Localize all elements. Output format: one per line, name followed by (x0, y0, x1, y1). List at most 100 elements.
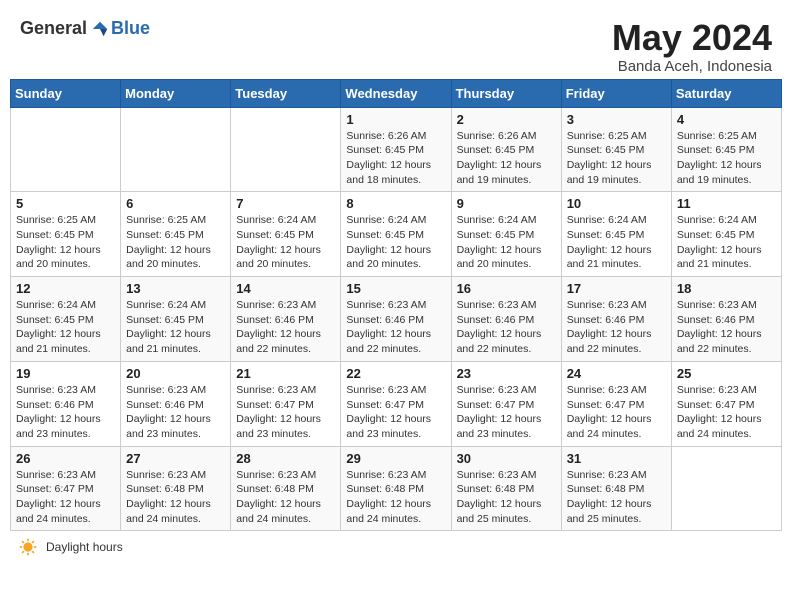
day-info: Sunrise: 6:23 AMSunset: 6:48 PMDaylight:… (567, 468, 666, 527)
day-number: 7 (236, 196, 335, 211)
calendar-cell: 16 Sunrise: 6:23 AMSunset: 6:46 PMDayligh… (451, 277, 561, 362)
logo-blue: Blue (111, 18, 150, 39)
calendar-cell: 5 Sunrise: 6:25 AMSunset: 6:45 PMDaylight… (11, 192, 121, 277)
day-number: 15 (346, 281, 445, 296)
calendar-week-row: 26Sunrise: 6:23 AMSunset: 6:47 PMDayligh… (11, 446, 782, 531)
calendar-cell: 23 Sunrise: 6:23 AMSunset: 6:47 PMDayligh… (451, 361, 561, 446)
day-info: Sunrise: 6:23 AMSunset: 6:47 PMDaylight:… (567, 383, 666, 442)
day-info: Sunrise: 6:24 AMSunset: 6:45 PMDaylight:… (567, 213, 666, 272)
calendar-header-row: SundayMondayTuesdayWednesdayThursdayFrid… (11, 79, 782, 107)
day-info: Sunrise: 6:24 AMSunset: 6:45 PMDaylight:… (126, 298, 225, 357)
title-area: May 2024 Banda Aceh, Indonesia (612, 18, 772, 75)
day-number: 1 (346, 112, 445, 127)
calendar-cell: 1Sunrise: 6:26 AMSunset: 6:45 PMDaylight… (341, 107, 451, 192)
calendar-cell: 7Sunrise: 6:24 AMSunset: 6:45 PMDaylight… (231, 192, 341, 277)
day-number: 9 (457, 196, 556, 211)
logo-icon (91, 20, 109, 38)
calendar-cell: 20Sunrise: 6:23 AMSunset: 6:46 PMDayligh… (121, 361, 231, 446)
calendar-cell (231, 107, 341, 192)
day-info: Sunrise: 6:24 AMSunset: 6:45 PMDaylight:… (677, 213, 776, 272)
calendar-cell: 21Sunrise: 6:23 AMSunset: 6:47 PMDayligh… (231, 361, 341, 446)
calendar-cell: 11 Sunrise: 6:24 AMSunset: 6:45 PMDayligh… (671, 192, 781, 277)
month-title: May 2024 (612, 18, 772, 58)
calendar-cell: 31 Sunrise: 6:23 AMSunset: 6:48 PMDayligh… (561, 446, 671, 531)
day-info: Sunrise: 6:23 AMSunset: 6:48 PMDaylight:… (457, 468, 556, 527)
calendar-table: SundayMondayTuesdayWednesdayThursdayFrid… (10, 79, 782, 532)
sun-icon (18, 537, 38, 557)
day-info: Sunrise: 6:23 AMSunset: 6:46 PMDaylight:… (457, 298, 556, 357)
day-number: 5 (16, 196, 115, 211)
calendar-week-row: 1 Sunrise: 6:26 AMSunset: 6:45 PMDaylight… (11, 107, 782, 192)
day-info: Sunrise: 6:25 AMSunset: 6:45 PMDaylight:… (126, 213, 225, 272)
day-number: 22 (346, 366, 445, 381)
day-info: Sunrise: 6:23 AMSunset: 6:47 PMDaylight:… (346, 383, 445, 442)
calendar-cell: 12Sunrise: 6:24 AMSunset: 6:45 PMDayligh… (11, 277, 121, 362)
day-number: 11 (677, 196, 776, 211)
day-number: 20 (126, 366, 225, 381)
calendar-cell (671, 446, 781, 531)
day-number: 25 (677, 366, 776, 381)
calendar-cell: 30 Sunrise: 6:23 AMSunset: 6:48 PMDayligh… (451, 446, 561, 531)
calendar-day-header: Thursday (451, 79, 561, 107)
calendar-cell: 15 Sunrise: 6:23 AMSunset: 6:46 PMDayligh… (341, 277, 451, 362)
day-info: Sunrise: 6:23 AMSunset: 6:48 PMDaylight:… (126, 468, 225, 527)
day-info: Sunrise: 6:24 AMSunset: 6:45 PMDaylight:… (457, 213, 556, 272)
day-number: 18 (677, 281, 776, 296)
calendar-cell: 29 Sunrise: 6:23 AMSunset: 6:48 PMDayligh… (341, 446, 451, 531)
day-number: 16 (457, 281, 556, 296)
calendar-cell: 9 Sunrise: 6:24 AMSunset: 6:45 PMDaylight… (451, 192, 561, 277)
calendar-week-row: 5 Sunrise: 6:25 AMSunset: 6:45 PMDaylight… (11, 192, 782, 277)
day-number: 6 (126, 196, 225, 211)
calendar-cell: 6 Sunrise: 6:25 AMSunset: 6:45 PMDaylight… (121, 192, 231, 277)
day-number: 24 (567, 366, 666, 381)
day-number: 28 (236, 451, 335, 466)
calendar-cell: 17Sunrise: 6:23 AMSunset: 6:46 PMDayligh… (561, 277, 671, 362)
calendar-cell: 28 Sunrise: 6:23 AMSunset: 6:48 PMDayligh… (231, 446, 341, 531)
calendar-cell: 19 Sunrise: 6:23 AMSunset: 6:46 PMDayligh… (11, 361, 121, 446)
calendar-cell: 22 Sunrise: 6:23 AMSunset: 6:47 PMDayligh… (341, 361, 451, 446)
calendar-cell: 14 Sunrise: 6:23 AMSunset: 6:46 PMDayligh… (231, 277, 341, 362)
day-number: 29 (346, 451, 445, 466)
calendar-day-header: Monday (121, 79, 231, 107)
day-number: 3 (567, 112, 666, 127)
day-info: Sunrise: 6:26 AMSunset: 6:45 PMDaylight:… (457, 129, 556, 188)
day-number: 19 (16, 366, 115, 381)
logo-general: General (20, 18, 87, 39)
calendar-day-header: Saturday (671, 79, 781, 107)
calendar-day-header: Tuesday (231, 79, 341, 107)
day-number: 17 (567, 281, 666, 296)
day-info: Sunrise: 6:23 AMSunset: 6:47 PMDaylight:… (457, 383, 556, 442)
day-info: Sunrise: 6:25 AMSunset: 6:45 PMDaylight:… (16, 213, 115, 272)
calendar-week-row: 19 Sunrise: 6:23 AMSunset: 6:46 PMDayligh… (11, 361, 782, 446)
location-subtitle: Banda Aceh, Indonesia (612, 58, 772, 75)
calendar-cell: 18Sunrise: 6:23 AMSunset: 6:46 PMDayligh… (671, 277, 781, 362)
day-number: 23 (457, 366, 556, 381)
calendar-cell (11, 107, 121, 192)
calendar-cell: 3Sunrise: 6:25 AMSunset: 6:45 PMDaylight… (561, 107, 671, 192)
day-number: 2 (457, 112, 556, 127)
day-info: Sunrise: 6:23 AMSunset: 6:46 PMDaylight:… (236, 298, 335, 357)
logo: General Blue (20, 18, 150, 39)
calendar-cell: 4Sunrise: 6:25 AMSunset: 6:45 PMDaylight… (671, 107, 781, 192)
day-number: 12 (16, 281, 115, 296)
day-number: 26 (16, 451, 115, 466)
day-info: Sunrise: 6:23 AMSunset: 6:46 PMDaylight:… (16, 383, 115, 442)
day-number: 8 (346, 196, 445, 211)
day-number: 10 (567, 196, 666, 211)
calendar-cell (121, 107, 231, 192)
day-number: 27 (126, 451, 225, 466)
day-info: Sunrise: 6:23 AMSunset: 6:48 PMDaylight:… (346, 468, 445, 527)
day-info: Sunrise: 6:23 AMSunset: 6:48 PMDaylight:… (236, 468, 335, 527)
day-number: 14 (236, 281, 335, 296)
calendar-week-row: 12 Sunrise: 6:24 AMSunset: 6:45 PMDayligh… (11, 277, 782, 362)
day-number: 30 (457, 451, 556, 466)
calendar-cell: 2 Sunrise: 6:26 AMSunset: 6:45 PMDaylight… (451, 107, 561, 192)
calendar-day-header: Friday (561, 79, 671, 107)
day-number: 31 (567, 451, 666, 466)
day-number: 13 (126, 281, 225, 296)
day-info: Sunrise: 6:23 AMSunset: 6:47 PMDaylight:… (236, 383, 335, 442)
calendar-cell: 25Sunrise: 6:23 AMSunset: 6:47 PMDayligh… (671, 361, 781, 446)
calendar-cell: 8 Sunrise: 6:24 AMSunset: 6:45 PMDaylight… (341, 192, 451, 277)
day-info: Sunrise: 6:24 AMSunset: 6:45 PMDaylight:… (346, 213, 445, 272)
day-info: Sunrise: 6:23 AMSunset: 6:46 PMDaylight:… (346, 298, 445, 357)
